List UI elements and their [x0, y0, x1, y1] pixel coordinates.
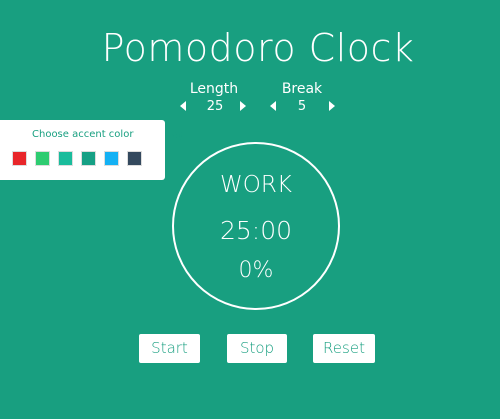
break-label: Break — [281, 81, 323, 97]
app-title: Pomodoro Clock — [101, 26, 415, 70]
accent-swatch[interactable] — [35, 151, 50, 166]
break-increase-arrow-icon[interactable] — [327, 100, 337, 112]
accent-swatch[interactable] — [104, 151, 119, 166]
break-value: 5 — [297, 99, 307, 114]
accent-swatch[interactable] — [12, 151, 27, 166]
length-value: 25 — [206, 99, 224, 114]
clock-progress: 0% — [238, 258, 274, 283]
accent-color-panel: Choose accent color — [0, 120, 165, 180]
reset-button[interactable]: Reset — [313, 334, 375, 363]
accent-color-title: Choose accent color — [32, 129, 134, 140]
accent-swatch[interactable] — [127, 151, 142, 166]
length-decrease-arrow-icon[interactable] — [178, 100, 188, 112]
break-decrease-arrow-icon[interactable] — [268, 100, 278, 112]
accent-swatch[interactable] — [81, 151, 96, 166]
clock-time: 25:00 — [219, 216, 293, 245]
accent-swatch-list — [12, 151, 142, 166]
clock-mode: WORK — [220, 172, 292, 198]
start-button[interactable]: Start — [139, 334, 200, 363]
length-increase-arrow-icon[interactable] — [238, 100, 248, 112]
length-label: Length — [189, 81, 239, 97]
accent-swatch[interactable] — [58, 151, 73, 166]
gear-icon[interactable] — [170, 128, 184, 142]
stop-button[interactable]: Stop — [227, 334, 287, 363]
